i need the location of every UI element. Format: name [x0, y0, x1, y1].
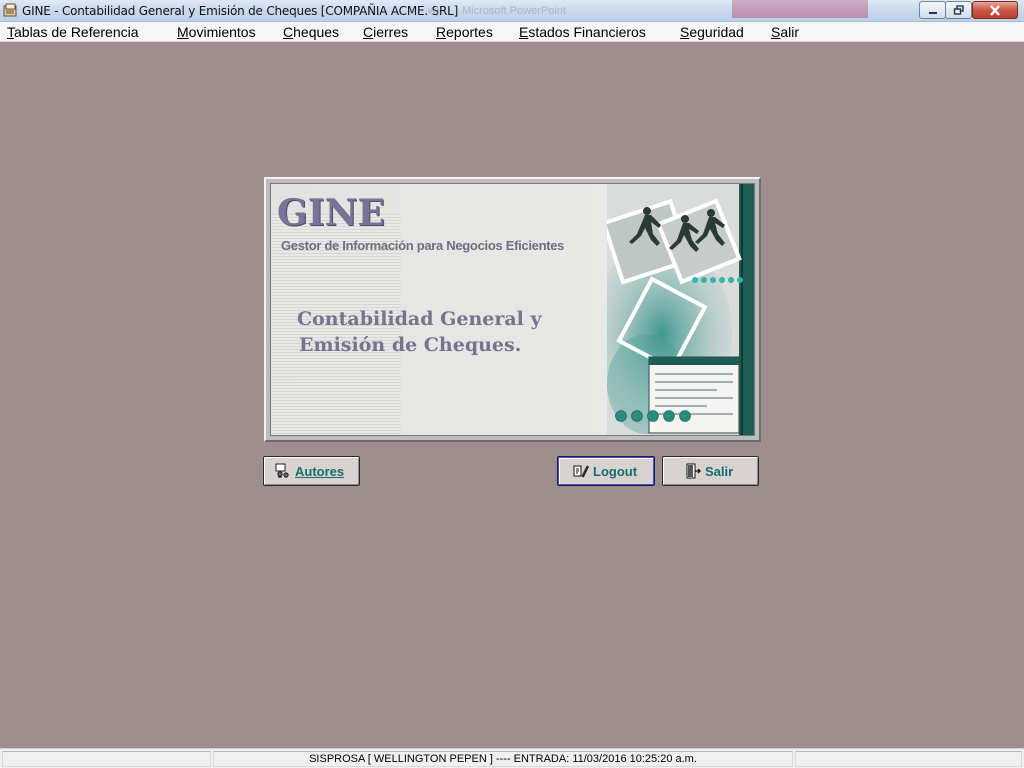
background-window-highlight	[732, 0, 868, 18]
salir-label: Salir	[705, 464, 734, 479]
people-icon	[275, 463, 289, 478]
key-pen-icon	[573, 465, 589, 478]
menu-cheques[interactable]: Cheques	[283, 24, 339, 40]
exit-door-icon	[686, 463, 701, 479]
menu-estados-financieros[interactable]: Estados Financieros	[519, 24, 646, 40]
close-icon	[990, 5, 1000, 16]
menu-salir[interactable]: Salir	[771, 24, 799, 40]
close-button[interactable]	[972, 1, 1018, 19]
menu-cierres[interactable]: Cierres	[363, 24, 408, 40]
splash-banner: GINE Gestor de Información para Negocios…	[264, 177, 761, 442]
menu-reportes[interactable]: Reportes	[436, 24, 493, 40]
application-name-line2: Emisión de Cheques.	[299, 334, 522, 356]
application-name-line1: Contabilidad General y	[297, 308, 542, 330]
menu-tablas-de-referencia[interactable]: Tablas de Referencia	[7, 24, 139, 40]
logout-label: Logout	[593, 464, 638, 479]
minimize-button[interactable]	[919, 1, 946, 19]
runners-collage-image	[607, 184, 754, 435]
status-bar: SISPROSA [ WELLINGTON PEPEN ] ---- ENTRA…	[0, 748, 1024, 768]
gine-logo: GINE	[277, 192, 385, 234]
menu-movimientos[interactable]: Movimientos	[177, 24, 256, 40]
salir-button[interactable]: Salir	[662, 456, 759, 486]
app-icon[interactable]	[3, 3, 18, 18]
status-segment-right	[795, 751, 1022, 767]
autores-button[interactable]: Autores	[263, 456, 360, 486]
menu-bar: Tablas de Referencia Movimientos Cheques…	[0, 22, 1024, 42]
gine-subtitle: Gestor de Información para Negocios Efic…	[281, 238, 565, 253]
status-segment-left	[2, 751, 211, 767]
autores-label: Autores	[295, 464, 345, 479]
status-text: SISPROSA [ WELLINGTON PEPEN ] ---- ENTRA…	[309, 753, 697, 765]
restore-button[interactable]	[945, 1, 972, 19]
application-name: Contabilidad General y Emisión de Cheque…	[297, 306, 542, 358]
window-title: GINE - Contabilidad General y Emisión de…	[22, 4, 459, 18]
restore-icon	[953, 5, 964, 15]
background-window-fragment: w)	[428, 5, 440, 17]
background-window-title: Microsoft PowerPoint	[462, 5, 566, 17]
minimize-icon	[928, 12, 937, 14]
menu-seguridad[interactable]: Seguridad	[680, 24, 744, 40]
splash-image: GINE Gestor de Información para Negocios…	[270, 183, 755, 436]
title-bar[interactable]: GINE - Contabilidad General y Emisión de…	[0, 0, 1024, 22]
logout-button[interactable]: Logout	[557, 456, 655, 486]
